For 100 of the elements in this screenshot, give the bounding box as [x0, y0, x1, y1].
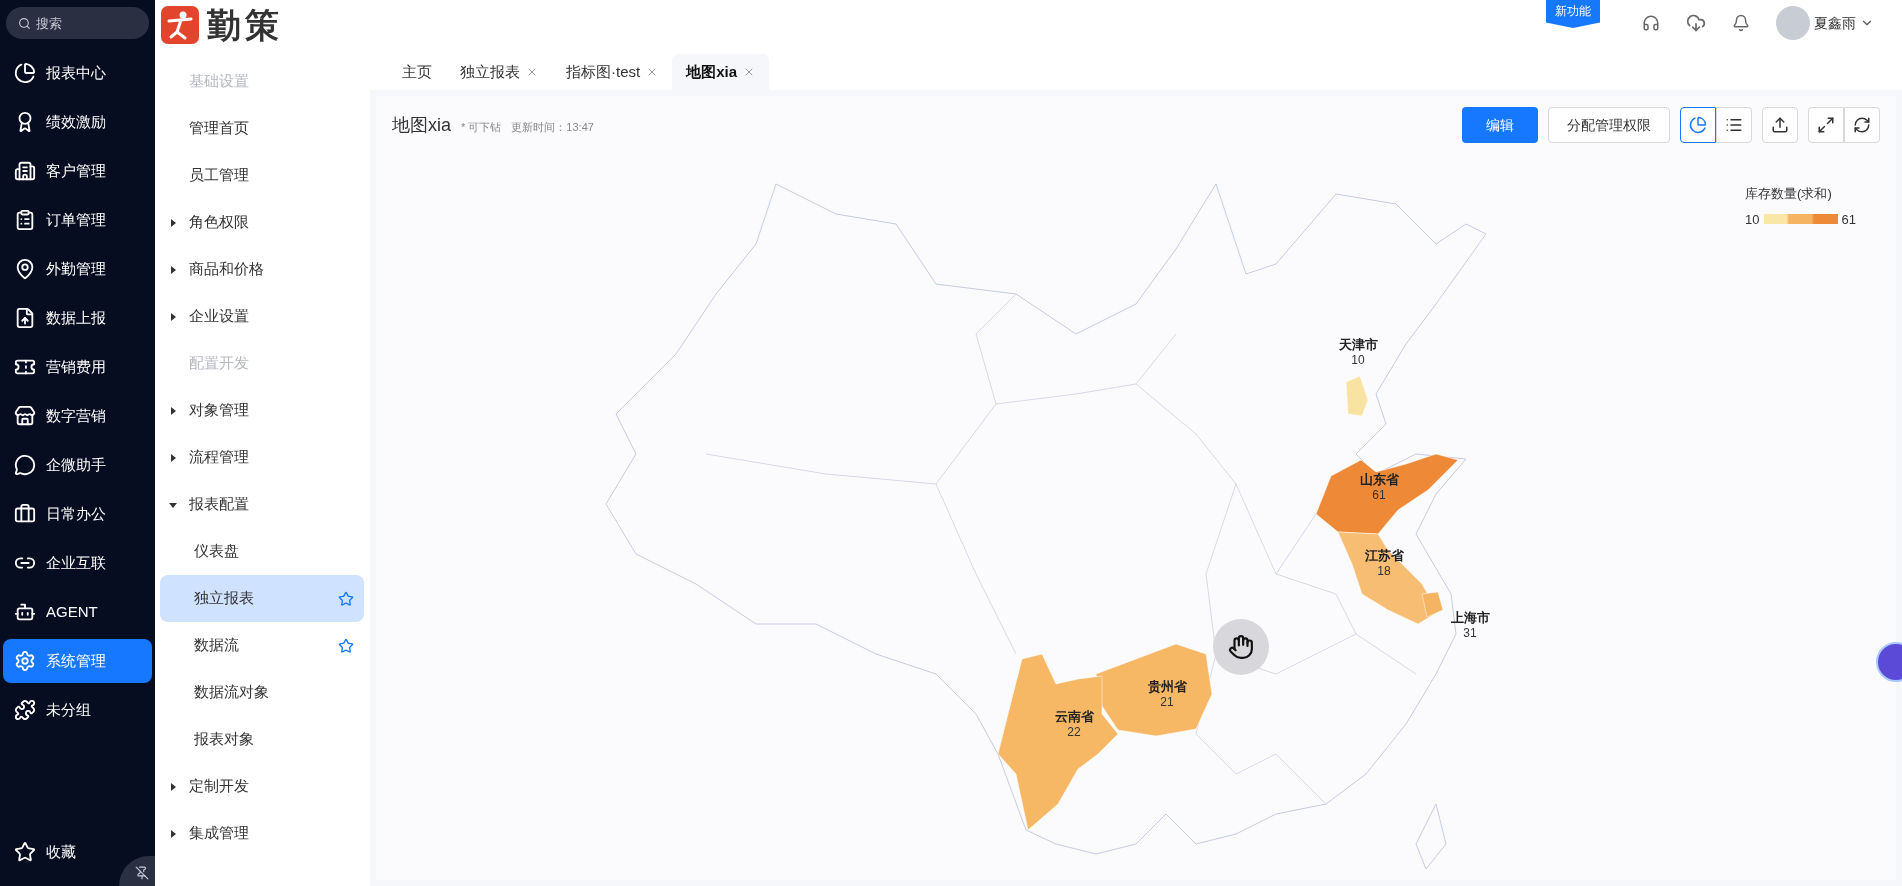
nav-item[interactable]: 外勤管理 — [3, 247, 152, 291]
caret-right-icon — [169, 218, 177, 227]
logo-text: 勤策 — [207, 3, 283, 47]
list-view-button[interactable] — [1716, 107, 1752, 143]
region-value: 18 — [1377, 564, 1391, 578]
region-value: 61 — [1372, 488, 1386, 502]
nav-item[interactable]: 日常办公 — [3, 492, 152, 536]
building-icon — [14, 160, 36, 182]
close-icon[interactable] — [526, 66, 538, 78]
menu-item[interactable]: 独立报表 — [160, 575, 364, 622]
logo-icon — [161, 6, 199, 44]
region-name: 山东省 — [1359, 472, 1399, 488]
bell-icon[interactable] — [1732, 14, 1750, 32]
region-value: 21 — [1160, 695, 1174, 709]
tab[interactable]: 地图xia — [672, 54, 770, 90]
search-field[interactable]: 搜索 — [6, 7, 149, 39]
caret-right-icon — [169, 265, 177, 274]
region-value: 22 — [1067, 725, 1081, 739]
tab[interactable]: 指标图·test — [552, 54, 673, 90]
menu-group[interactable]: 定制开发 — [155, 763, 364, 810]
settings-icon — [14, 650, 36, 672]
region-value: 31 — [1463, 626, 1477, 640]
nav-item[interactable]: 客户管理 — [3, 149, 152, 193]
region-value: 10 — [1351, 353, 1365, 367]
cloud-download-icon[interactable] — [1686, 13, 1706, 33]
star-icon[interactable] — [338, 637, 354, 654]
menu-item[interactable]: 仪表盘 — [160, 528, 364, 575]
star-icon — [14, 841, 36, 863]
province-region[interactable] — [1315, 453, 1459, 535]
puzzle-icon — [14, 699, 36, 721]
fullscreen-icon — [1817, 116, 1835, 134]
menu-group[interactable]: 企业设置 — [155, 293, 364, 340]
caret-right-icon — [169, 406, 177, 415]
menu-item[interactable]: 管理首页 — [155, 105, 364, 152]
region-name: 天津市 — [1338, 337, 1378, 353]
chart-view-button[interactable] — [1680, 107, 1716, 143]
menu-group[interactable]: 角色权限 — [155, 199, 364, 246]
nav-item[interactable]: 营销费用 — [3, 345, 152, 389]
nav-item[interactable]: 系统管理 — [3, 639, 152, 683]
caret-right-icon — [169, 829, 177, 838]
menu-item[interactable]: 员工管理 — [155, 152, 364, 199]
export-button[interactable] — [1762, 107, 1798, 143]
legend-min: 10 — [1745, 210, 1760, 229]
region-name: 贵州省 — [1147, 679, 1187, 695]
report-title: 地图xia — [392, 113, 451, 137]
nav-item[interactable]: 企业互联 — [3, 541, 152, 585]
region-name: 江苏省 — [1364, 548, 1404, 564]
menu-group[interactable]: 商品和价格 — [155, 246, 364, 293]
drilldown-note: * 可下钻 — [461, 119, 502, 135]
update-time: 更新时间：13:47 — [511, 119, 594, 135]
province-region[interactable] — [1095, 643, 1213, 737]
upload-icon — [1771, 116, 1789, 134]
menu-item[interactable]: 报表对象 — [160, 716, 364, 763]
fullscreen-button[interactable] — [1808, 107, 1844, 143]
menu-group[interactable]: 报表配置 — [155, 481, 364, 528]
caret-down-icon — [169, 500, 177, 509]
file-upload-icon — [14, 307, 36, 329]
nav-item[interactable]: 未分组 — [3, 688, 152, 732]
user-name[interactable]: 夏鑫雨 — [1814, 12, 1856, 34]
unpin-icon — [135, 866, 149, 880]
store-icon — [14, 405, 36, 427]
star-icon[interactable] — [338, 590, 354, 607]
menu-group[interactable]: 流程管理 — [155, 434, 364, 481]
nav-item[interactable]: AGENT — [3, 590, 152, 634]
edit-button[interactable]: 编辑 — [1462, 107, 1538, 143]
menu-item[interactable]: 数据流 — [160, 622, 364, 669]
map-pin-icon — [14, 258, 36, 280]
tab[interactable]: 独立报表 — [446, 54, 552, 90]
nav-item[interactable]: 绩效激励 — [3, 100, 152, 144]
refresh-icon — [1853, 116, 1871, 134]
headset-icon[interactable] — [1642, 14, 1660, 32]
new-feature-badge[interactable]: 新功能 — [1546, 0, 1600, 28]
menu-group[interactable]: 对象管理 — [155, 387, 364, 434]
clipboard-icon — [14, 209, 36, 231]
pie-chart-icon — [14, 62, 36, 84]
caret-right-icon — [169, 782, 177, 791]
tab[interactable]: 主页 — [388, 54, 446, 90]
briefcase-icon — [14, 503, 36, 525]
nav-item[interactable]: 订单管理 — [3, 198, 152, 242]
menu-section-title: 基础设置 — [189, 71, 249, 92]
chat-icon — [14, 454, 36, 476]
nav-item[interactable]: 收藏 — [3, 830, 152, 874]
region-name: 上海市 — [1450, 610, 1490, 626]
assign-permissions-button[interactable]: 分配管理权限 — [1548, 107, 1670, 143]
unpin-button[interactable] — [119, 856, 155, 886]
nav-item[interactable]: 数据上报 — [3, 296, 152, 340]
nav-item[interactable]: 报表中心 — [3, 51, 152, 95]
nav-item[interactable]: 数字营销 — [3, 394, 152, 438]
list-icon — [1725, 116, 1743, 134]
caret-right-icon — [169, 453, 177, 462]
refresh-button[interactable] — [1844, 107, 1880, 143]
menu-item[interactable]: 数据流对象 — [160, 669, 364, 716]
region-name: 云南省 — [1054, 709, 1094, 725]
nav-item[interactable]: 企微助手 — [3, 443, 152, 487]
pie-chart-icon — [1689, 116, 1707, 134]
menu-group[interactable]: 集成管理 — [155, 810, 364, 857]
hand-cursor-icon — [1228, 634, 1254, 660]
robot-icon — [14, 601, 36, 623]
caret-right-icon — [169, 312, 177, 321]
search-icon — [18, 17, 31, 30]
